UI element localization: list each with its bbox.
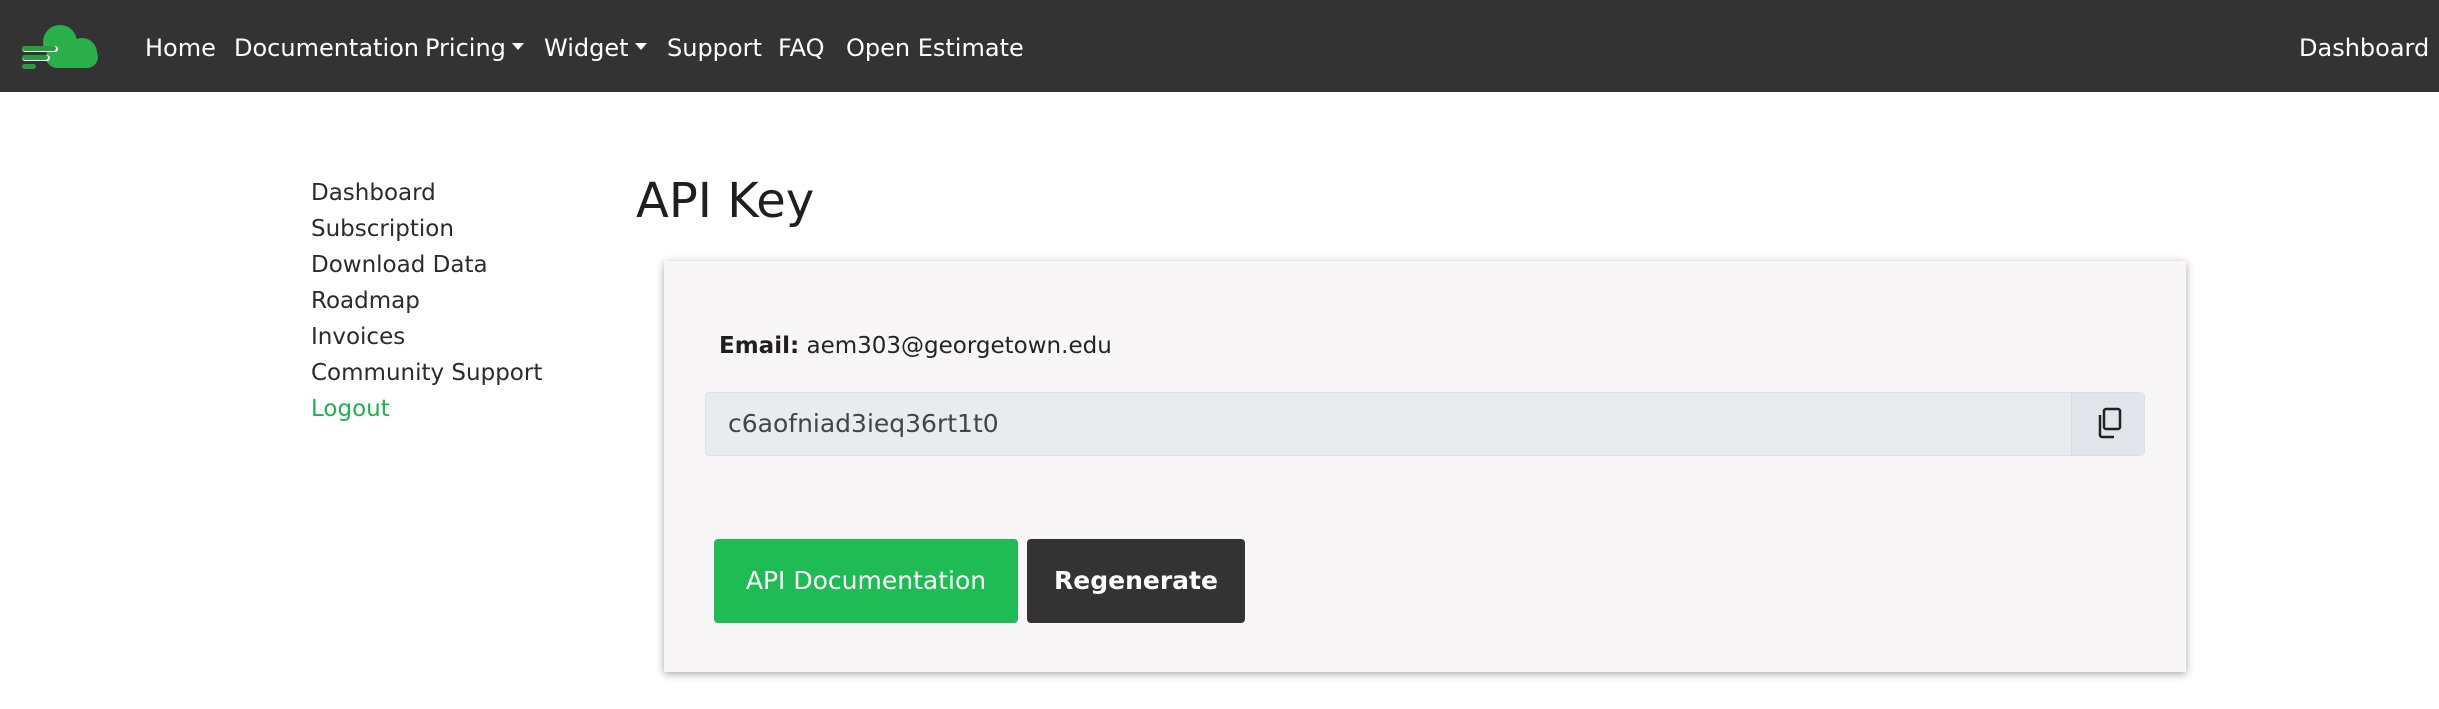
nav-open-estimate[interactable]: Open Estimate (846, 0, 1024, 92)
api-key-card: Email: aem303@georgetown.edu c6aofniad3i… (664, 261, 2186, 672)
email-row: Email: aem303@georgetown.edu (719, 333, 1112, 359)
chevron-down-icon (511, 42, 524, 50)
api-key-field[interactable]: c6aofniad3ieq36rt1t0 (705, 392, 2145, 456)
sidebar-item-dashboard[interactable]: Dashboard (311, 180, 436, 206)
nav-pricing[interactable]: Pricing (425, 0, 524, 92)
nav-documentation[interactable]: Documentation (234, 0, 419, 92)
sidebar-item-subscription[interactable]: Subscription (311, 216, 454, 242)
sidebar-item-community-support[interactable]: Community Support (311, 360, 542, 386)
nav-widget[interactable]: Widget (544, 0, 647, 92)
nav-dashboard[interactable]: Dashboard (2299, 0, 2429, 92)
email-label: Email: (719, 333, 800, 359)
page-title: API Key (636, 173, 815, 229)
nav-widget-label: Widget (544, 34, 629, 62)
api-key-value[interactable]: c6aofniad3ieq36rt1t0 (728, 393, 999, 455)
copy-icon (2098, 407, 2122, 439)
sidebar-item-invoices[interactable]: Invoices (311, 324, 405, 350)
chevron-down-icon (634, 42, 647, 50)
sidebar-item-roadmap[interactable]: Roadmap (311, 288, 420, 314)
regenerate-button[interactable]: Regenerate (1027, 539, 1245, 623)
api-documentation-button[interactable]: API Documentation (714, 539, 1018, 623)
email-value: aem303@georgetown.edu (806, 333, 1112, 359)
sidebar-item-download-data[interactable]: Download Data (311, 252, 488, 278)
nav-faq[interactable]: FAQ (778, 0, 825, 92)
nav-pricing-label: Pricing (425, 34, 506, 62)
nav-home[interactable]: Home (145, 0, 216, 92)
copy-button[interactable] (2071, 393, 2144, 455)
top-navbar: Home Documentation Pricing Widget Suppor… (0, 0, 2439, 92)
nav-support[interactable]: Support (667, 0, 762, 92)
sidebar-item-logout[interactable]: Logout (311, 396, 390, 422)
logo-icon[interactable] (20, 22, 102, 74)
